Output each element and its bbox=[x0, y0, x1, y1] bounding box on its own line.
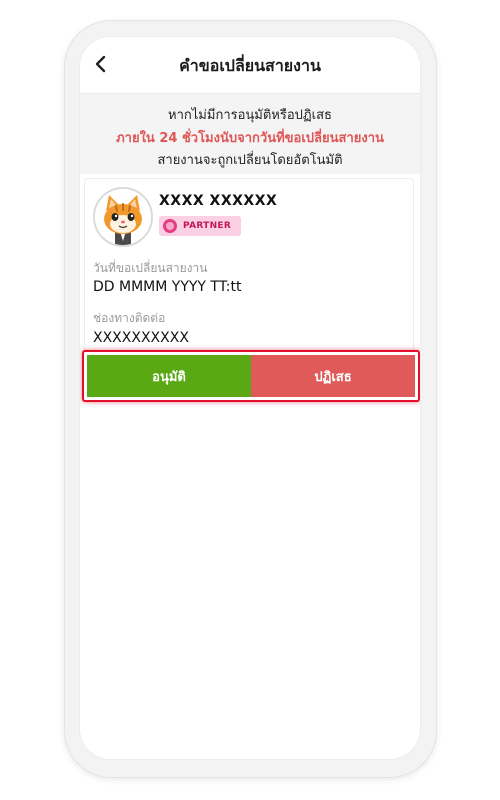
request-date-label: วันที่ขอเปลี่ยนสายงาน bbox=[93, 261, 208, 275]
contact-label: ช่องทางติดต่อ bbox=[93, 311, 166, 325]
reject-button[interactable]: ปฏิเสธ bbox=[251, 355, 415, 397]
partner-badge-icon bbox=[163, 219, 177, 233]
notice-line-3: สายงานจะถูกเปลี่ยนโดยอัตโนมัติ bbox=[157, 153, 343, 168]
notice-line-1: หากไม่มีการอนุมัติหรือปฏิเสธ bbox=[168, 108, 332, 123]
status-badge: PARTNER bbox=[159, 216, 241, 236]
notice-line-2: ภายใน 24 ชั่วโมงนับจากวันที่ขอเปลี่ยนสาย… bbox=[116, 131, 384, 146]
cat-avatar-icon bbox=[93, 187, 153, 247]
app-screen: คำขอเปลี่ยนสายงาน หากไม่มีการอนุมัติหรือ… bbox=[80, 37, 420, 759]
approve-button[interactable]: อนุมัติ bbox=[87, 355, 251, 397]
page-title: คำขอเปลี่ยนสายงาน bbox=[179, 56, 321, 75]
request-date-value: DD MMMM YYYY TT:tt bbox=[93, 279, 242, 295]
action-buttons: อนุมัติ ปฏิเสธ bbox=[82, 350, 420, 402]
employee-name: XXXX XXXXXX bbox=[159, 193, 278, 209]
auto-change-notice: หากไม่มีการอนุมัติหรือปฏิเสธ ภายใน 24 ชั… bbox=[80, 94, 420, 174]
badge-label: PARTNER bbox=[183, 221, 232, 231]
contact-value: XXXXXXXXXX bbox=[93, 330, 189, 346]
header: คำขอเปลี่ยนสายงาน bbox=[80, 37, 420, 94]
